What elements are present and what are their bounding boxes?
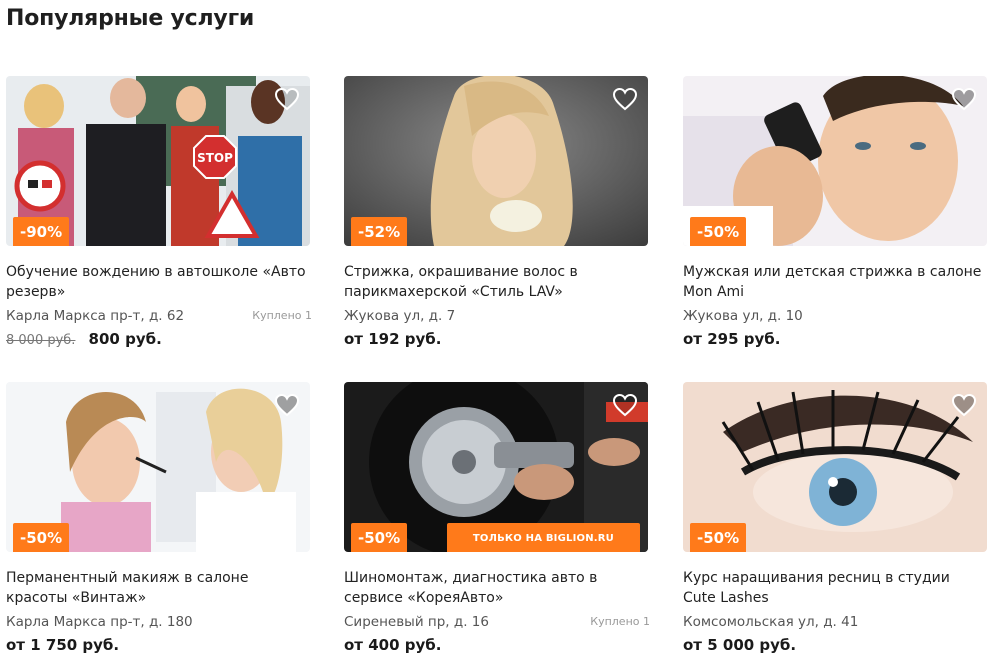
service-address: Сиреневый пр, д. 16 — [344, 614, 489, 630]
stop-sign-text: STOP — [197, 151, 233, 165]
service-image-makeup[interactable]: -50% — [6, 382, 310, 552]
service-image-tire-service[interactable]: -50% ТОЛЬКО НА BIGLION.RU — [344, 382, 648, 552]
service-title[interactable]: Курс наращивания ресниц в студии Cute La… — [683, 568, 987, 608]
favorite-heart-icon[interactable] — [612, 393, 638, 417]
favorite-heart-icon[interactable] — [274, 393, 300, 417]
service-title[interactable]: Шиномонтаж, диагностика авто в сервисе «… — [344, 568, 648, 608]
service-card[interactable]: -52% Стрижка, окрашивание волос в парикм… — [344, 76, 648, 348]
favorite-heart-icon[interactable] — [951, 87, 977, 111]
discount-badge: -50% — [690, 217, 747, 246]
favorite-heart-icon[interactable] — [951, 393, 977, 417]
service-address: Жукова ул, д. 10 — [683, 308, 803, 324]
exclusive-promo-label: ТОЛЬКО НА BIGLION.RU — [446, 523, 640, 552]
service-card[interactable]: -50% Курс наращивания ресниц в студии Cu… — [683, 382, 987, 654]
service-title[interactable]: Перманентный макияж в салоне красоты «Ви… — [6, 568, 310, 608]
service-card[interactable]: STOP -90% Обучение вождению в автошколе … — [6, 76, 312, 348]
service-image-hair-salon[interactable]: -52% — [344, 76, 648, 246]
service-card[interactable]: -50% Перманентный макияж в салоне красот… — [6, 382, 310, 654]
service-address: Карла Маркса пр-т, д. 62 — [6, 308, 185, 324]
favorite-heart-icon[interactable] — [274, 87, 300, 111]
service-title[interactable]: Мужская или детская стрижка в салоне Mon… — [683, 262, 987, 302]
price: от 400 руб. — [344, 636, 442, 654]
price: от 295 руб. — [683, 330, 781, 348]
discount-badge: -90% — [13, 217, 70, 246]
service-title[interactable]: Обучение вождению в автошколе «Авто резе… — [6, 262, 310, 302]
service-title[interactable]: Стрижка, окрашивание волос в парикмахерс… — [344, 262, 648, 302]
price: 800 руб. — [88, 330, 162, 348]
service-address: Жукова ул, д. 7 — [344, 308, 456, 324]
bought-count: Куплено 1 — [590, 615, 650, 628]
services-grid: STOP -90% Обучение вождению в автошколе … — [0, 0, 1000, 672]
old-price: 8 000 руб. — [6, 333, 76, 348]
discount-badge: -50% — [13, 523, 70, 552]
discount-badge: -52% — [351, 217, 408, 246]
price: от 192 руб. — [344, 330, 442, 348]
price: от 5 000 руб. — [683, 636, 797, 654]
favorite-heart-icon[interactable] — [612, 87, 638, 111]
service-image-driving-school[interactable]: STOP -90% — [6, 76, 310, 246]
discount-badge: -50% — [351, 523, 408, 552]
price: от 1 750 руб. — [6, 636, 120, 654]
service-image-mens-haircut[interactable]: -50% — [683, 76, 987, 246]
service-address: Карла Маркса пр-т, д. 180 — [6, 614, 193, 630]
bought-count: Куплено 1 — [252, 309, 312, 322]
discount-badge: -50% — [690, 523, 747, 552]
service-address: Комсомольская ул, д. 41 — [683, 614, 859, 630]
service-card[interactable]: -50% ТОЛЬКО НА BIGLION.RU Шиномонтаж, ди… — [344, 382, 650, 654]
service-card[interactable]: -50% Мужская или детская стрижка в салон… — [683, 76, 987, 348]
service-image-eyelashes[interactable]: -50% — [683, 382, 987, 552]
